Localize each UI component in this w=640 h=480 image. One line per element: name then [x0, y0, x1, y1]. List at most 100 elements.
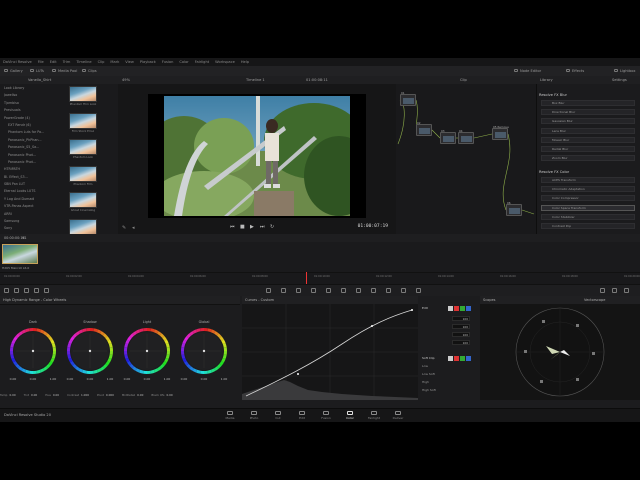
curves-tool-icon[interactable] — [266, 288, 271, 293]
library-item[interactable]: Zoom Blur — [541, 155, 635, 162]
lut-folder[interactable]: Samsung — [4, 219, 66, 226]
color-wheel[interactable] — [181, 328, 227, 374]
color-wheel[interactable] — [124, 328, 170, 374]
sizing-tool-icon[interactable] — [356, 288, 361, 293]
param-value[interactable]: 0.00 — [137, 393, 143, 397]
pen-icon[interactable]: ✎ — [122, 225, 126, 231]
window-tool-icon[interactable] — [296, 288, 301, 293]
lut-folder[interactable]: ARRI — [4, 212, 66, 219]
zoom-select[interactable]: 49% — [122, 78, 130, 82]
lightbox-button[interactable]: Lightbox — [614, 68, 635, 74]
param-item[interactable]: Black Ofs 0.00 — [151, 391, 172, 399]
timeline-name[interactable]: Timeline 1 — [246, 78, 265, 82]
library-item[interactable]: ACES Transform — [541, 177, 635, 183]
param-value[interactable]: 0.00 — [9, 393, 15, 397]
lut-folder[interactable]: Previsuals — [4, 108, 66, 115]
menu-item[interactable]: Clip — [98, 60, 105, 64]
3d-tool-icon[interactable] — [371, 288, 376, 293]
lut-thumbnail[interactable]: Film Stock Emul — [68, 112, 98, 137]
media-pool-button[interactable]: Media Pool — [52, 68, 77, 74]
edit-value[interactable]: 100 — [452, 340, 470, 345]
library-item[interactable]: Gaussian Blur — [541, 118, 635, 125]
color-node[interactable]: 03 — [440, 129, 456, 144]
library-item[interactable]: Lens Blur — [541, 127, 635, 134]
motion-effects-icon[interactable] — [401, 288, 406, 293]
lut-folder[interactable]: Eternal Looks LUTS — [4, 189, 66, 196]
library-item[interactable]: Chromatic Adaptation — [541, 186, 635, 193]
wheel-value[interactable]: 0.00 — [28, 377, 38, 381]
node-editor-button[interactable]: Node Editor — [514, 68, 541, 74]
lut-thumbnail[interactable]: Ghost Cinematog — [68, 192, 98, 216]
page-tab-media[interactable]: Media — [218, 410, 242, 422]
play-icon[interactable]: ▶ — [250, 224, 254, 230]
lut-folder[interactable]: Jowellso — [4, 93, 66, 100]
gallery-button[interactable]: Gallery — [4, 68, 23, 74]
wheel-value[interactable]: 0.00 — [65, 377, 75, 381]
softclip-swatch[interactable] — [454, 356, 459, 361]
page-tab-fairlight[interactable]: Fairlight — [362, 410, 386, 422]
right-tool-2-icon[interactable] — [624, 288, 629, 293]
page-tab-photo[interactable]: Photo — [242, 410, 266, 422]
lut-folder[interactable]: EXT Rendr (6) — [4, 123, 66, 130]
skip-forward-icon[interactable]: ⏭ — [260, 224, 265, 230]
page-tab-fusion[interactable]: Fusion — [314, 410, 338, 422]
lut-folder[interactable]: Sony — [4, 226, 66, 233]
menu-item[interactable]: Workspace — [215, 60, 235, 64]
lut-thumbnail[interactable]: Phantom Film — [68, 165, 98, 190]
library-item[interactable]: Color Stabilizer — [541, 213, 635, 220]
left-tool-2-icon[interactable] — [24, 288, 29, 293]
param-item[interactable]: MidDetail 0.00 — [122, 391, 143, 399]
lut-thumbnail[interactable]: Phantom Look — [68, 139, 98, 163]
scope-mode-select[interactable]: Vectorscope — [584, 298, 605, 302]
channel-swatch[interactable] — [460, 306, 465, 311]
library-item[interactable]: Box Blur — [541, 100, 635, 106]
wheel-value[interactable]: 0.00 — [199, 377, 209, 381]
menu-item[interactable]: Fusion — [162, 60, 174, 64]
library-item[interactable]: Directional Blur — [541, 109, 635, 116]
blur-tool-icon[interactable] — [326, 288, 331, 293]
lut-folder[interactable]: PowerGrade (4) — [4, 116, 66, 123]
effects-button[interactable]: Effects — [566, 68, 584, 74]
lut-folder[interactable]: SBN Pan LUT — [4, 182, 66, 189]
softclip-swatch[interactable] — [466, 356, 471, 361]
param-item[interactable]: Hue 0.00 — [45, 391, 59, 399]
param-item[interactable]: Temp 0.00 — [0, 391, 16, 399]
menu-item[interactable]: Timeline — [76, 60, 91, 64]
color-node[interactable]: 06 — [506, 201, 522, 216]
lut-folder[interactable]: Panasonic Phot... — [4, 153, 66, 160]
key-tool-icon[interactable] — [341, 288, 346, 293]
keyframe-icon[interactable] — [416, 288, 421, 293]
param-value[interactable]: 0.000 — [106, 393, 114, 397]
wheel-value[interactable]: 0.00 — [8, 377, 18, 381]
color-node[interactable]: 04 — [458, 129, 474, 144]
library-item[interactable]: Color Compressor — [541, 195, 635, 202]
color-wheel[interactable] — [10, 328, 56, 374]
left-tool-0-icon[interactable] — [4, 288, 9, 293]
edit-value[interactable]: 100 — [452, 316, 470, 321]
param-value[interactable]: 1.000 — [81, 393, 89, 397]
node-editor[interactable]: 01 02 03 04 05 Remove 06 — [396, 84, 536, 234]
wheel-value[interactable]: 0.00 — [142, 377, 152, 381]
softclip-swatch[interactable] — [460, 356, 465, 361]
param-value[interactable]: 0.00 — [166, 393, 172, 397]
wheel-value[interactable]: 0.00 — [85, 377, 95, 381]
library-item[interactable]: Mosaic Blur — [541, 136, 635, 143]
settings-tab[interactable]: Settings — [612, 78, 627, 82]
page-tab-deliver[interactable]: Deliver — [386, 410, 410, 422]
param-item[interactable]: Pivot 0.000 — [97, 391, 114, 399]
right-tool-1-icon[interactable] — [612, 288, 617, 293]
tracker-tool-icon[interactable] — [311, 288, 316, 293]
loop-icon[interactable]: ↻ — [270, 224, 274, 230]
menu-item[interactable]: DaVinci Resolve — [3, 60, 32, 64]
channel-swatch[interactable] — [466, 306, 471, 311]
stop-icon[interactable]: ■ — [240, 224, 245, 230]
edit-value[interactable]: 100 — [452, 324, 470, 329]
page-tab-color[interactable]: Color — [338, 410, 362, 422]
channel-swatch[interactable] — [454, 306, 459, 311]
qualifier-tool-icon[interactable] — [281, 288, 286, 293]
wheel-value[interactable]: 0.00 — [122, 377, 132, 381]
skip-back-icon[interactable]: ⏮ — [230, 224, 235, 230]
curves-graph[interactable] — [242, 304, 418, 400]
page-tab-edit[interactable]: Edit — [290, 410, 314, 422]
clips-button[interactable]: Clips — [82, 68, 97, 74]
